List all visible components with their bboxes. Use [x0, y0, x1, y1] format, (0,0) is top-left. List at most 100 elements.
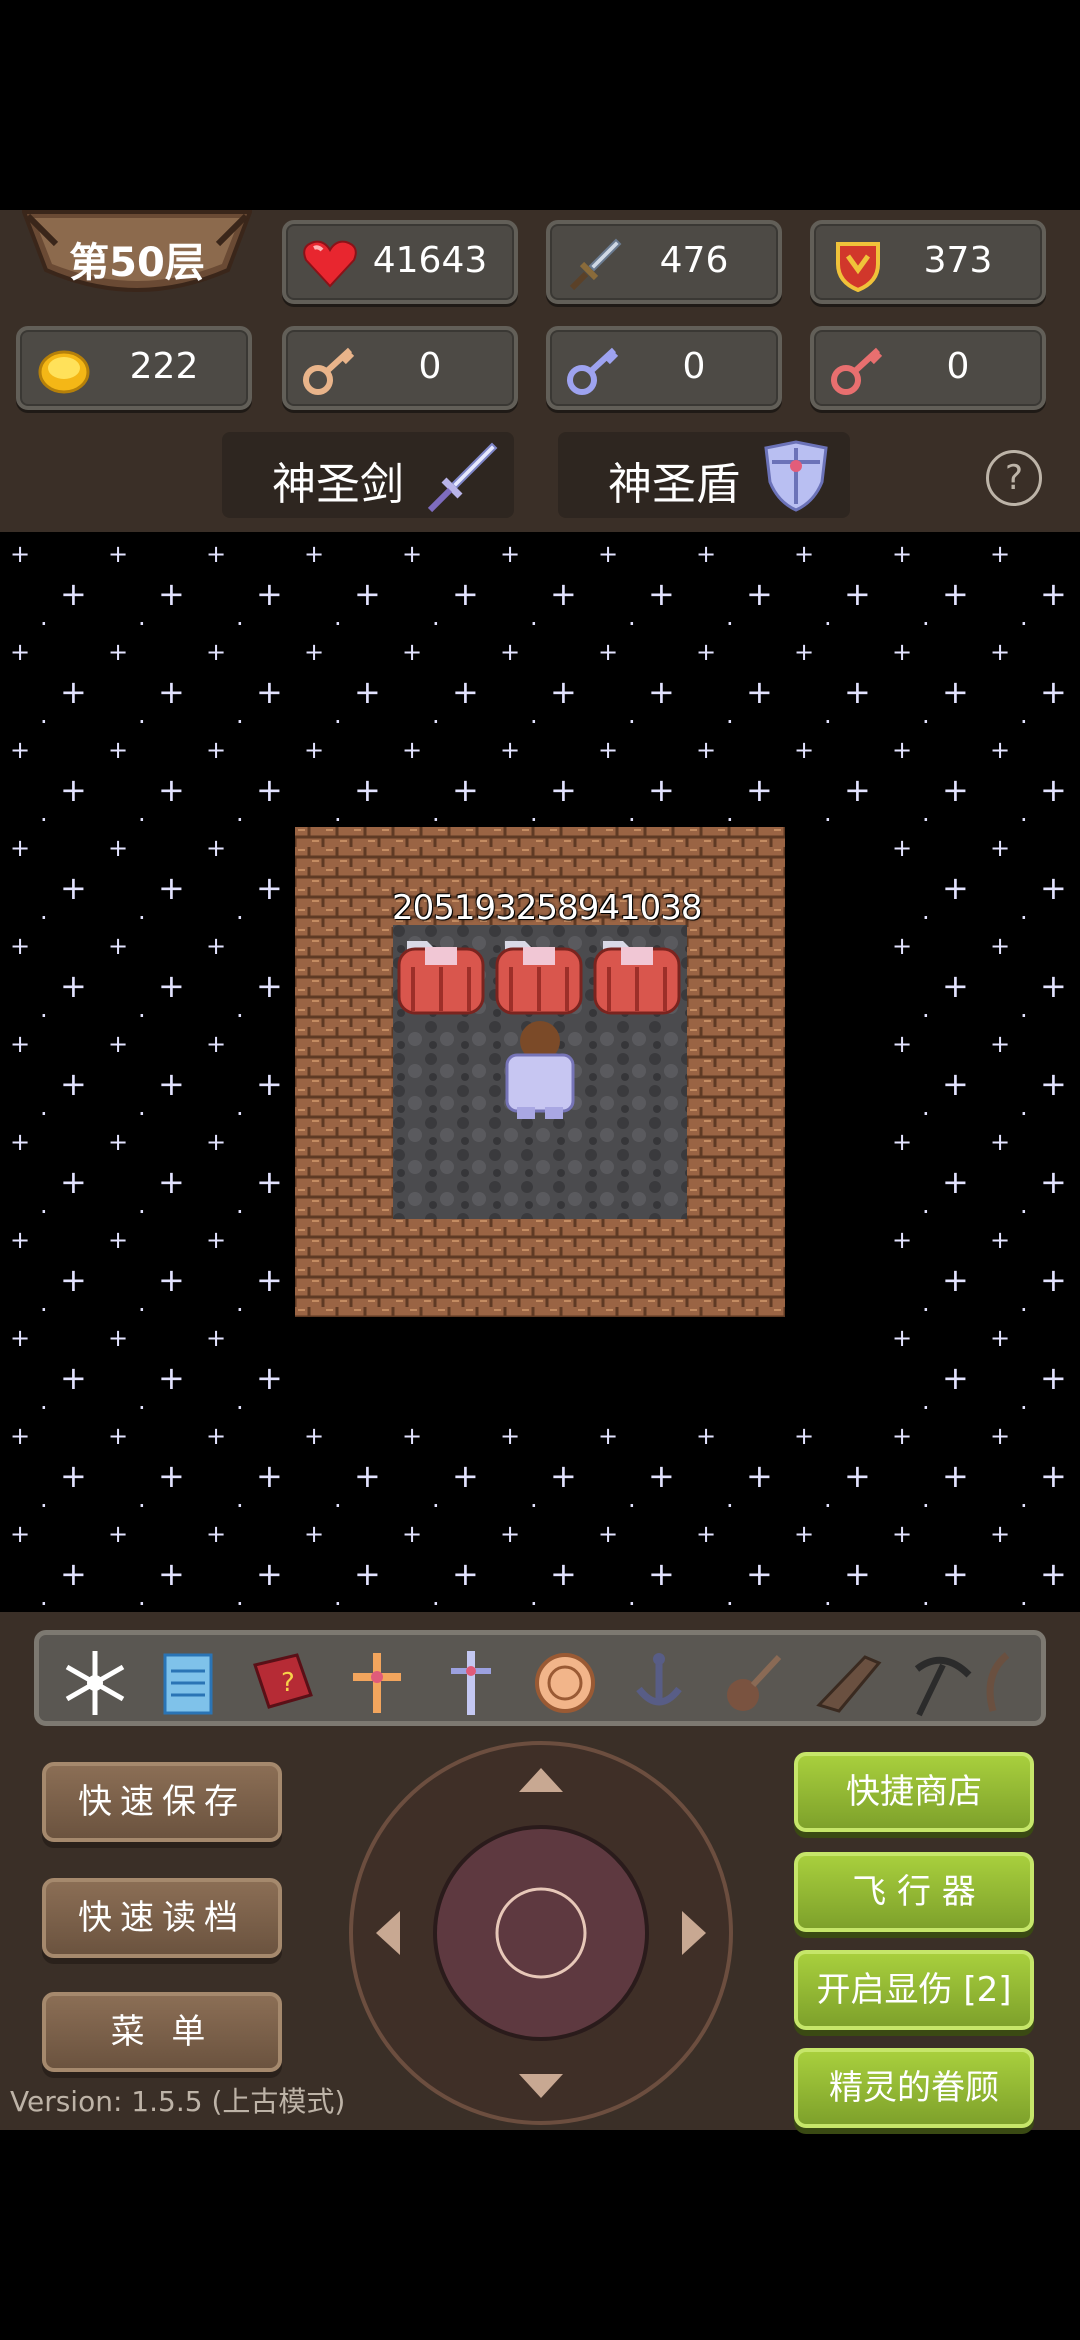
- quick-load-button[interactable]: 快速读档: [42, 1878, 282, 1958]
- star-icon: +: [942, 967, 969, 1005]
- star-icon: ·: [1020, 806, 1028, 834]
- star-icon: +: [108, 1226, 129, 1254]
- star-icon: +: [696, 1422, 717, 1450]
- star-icon: ·: [1020, 1100, 1028, 1128]
- game-map[interactable]: + + · + + · + + · + + · + + · + + · + + · + + · + + · + + · + + · + + · + + · +…: [0, 532, 1080, 1616]
- monster-book-icon[interactable]: ?: [245, 1645, 321, 1721]
- enemy-red-knight[interactable]: [495, 941, 583, 1015]
- star-icon: +: [990, 1422, 1011, 1450]
- star-icon: +: [256, 1457, 283, 1495]
- hp-value: 41643: [372, 240, 488, 281]
- fairy-favor-button[interactable]: 精灵的眷顾: [794, 2048, 1034, 2128]
- star-icon: ·: [334, 610, 342, 638]
- enemy-red-knight[interactable]: [397, 941, 485, 1015]
- equipped-shield[interactable]: 神圣盾: [558, 432, 850, 518]
- star-icon: +: [206, 1520, 227, 1548]
- show-damage-button[interactable]: 开启显伤 [2]: [794, 1950, 1034, 2030]
- star-icon: +: [256, 1555, 283, 1593]
- star-icon: +: [60, 1457, 87, 1495]
- star-icon: +: [158, 869, 185, 907]
- menu-button[interactable]: 菜 单: [42, 1992, 282, 2072]
- star-icon: +: [158, 1163, 185, 1201]
- star-icon: +: [206, 834, 227, 862]
- star-icon: ·: [334, 708, 342, 736]
- guitar-icon[interactable]: [715, 1645, 791, 1721]
- notepad-icon[interactable]: [151, 1645, 227, 1721]
- star-icon: ·: [922, 1492, 930, 1520]
- star-icon: +: [500, 1422, 521, 1450]
- star-icon: +: [990, 834, 1011, 862]
- star-icon: ·: [40, 1002, 48, 1030]
- star-icon: ·: [922, 708, 930, 736]
- star-icon: +: [892, 736, 913, 764]
- star-icon: +: [206, 1128, 227, 1156]
- star-icon: +: [10, 932, 31, 960]
- star-icon: +: [256, 869, 283, 907]
- star-icon: +: [60, 869, 87, 907]
- star-icon: +: [598, 1520, 619, 1548]
- defense-stat: 373: [810, 220, 1046, 304]
- star-icon: ·: [922, 1100, 930, 1128]
- star-icon: +: [942, 1555, 969, 1593]
- star-icon: +: [598, 736, 619, 764]
- star-icon: +: [10, 834, 31, 862]
- star-icon: +: [696, 1520, 717, 1548]
- holy-cross-icon[interactable]: [339, 1645, 415, 1721]
- star-icon: +: [598, 1422, 619, 1450]
- control-panel: ? 快速保存 快速读档 菜 单 快捷商店 飞 行 器 开启显伤 [2] 精灵的眷…: [0, 1612, 1080, 2130]
- star-icon: +: [1040, 1163, 1067, 1201]
- star-icon: +: [598, 540, 619, 568]
- star-icon: ·: [1020, 1492, 1028, 1520]
- star-icon: +: [10, 1520, 31, 1548]
- star-icon: +: [452, 575, 479, 613]
- wing-icon[interactable]: [809, 1645, 885, 1721]
- star-icon: +: [452, 673, 479, 711]
- coin-medal-icon[interactable]: [527, 1645, 603, 1721]
- extra-tool-icon[interactable]: [979, 1645, 1011, 1721]
- flyer-button[interactable]: 飞 行 器: [794, 1852, 1034, 1932]
- quick-shop-button[interactable]: 快捷商店: [794, 1752, 1034, 1832]
- direction-pad[interactable]: [348, 1740, 734, 2126]
- star-icon: ·: [1020, 904, 1028, 932]
- star-icon: ·: [236, 904, 244, 932]
- star-icon: ·: [922, 1394, 930, 1422]
- star-icon: +: [892, 932, 913, 960]
- star-icon: +: [990, 932, 1011, 960]
- attack-stat: 476: [546, 220, 782, 304]
- star-icon: +: [892, 1128, 913, 1156]
- star-icon: +: [10, 1422, 31, 1450]
- damage-label: 20519: [392, 888, 496, 928]
- star-icon: +: [402, 1422, 423, 1450]
- star-icon: +: [942, 1457, 969, 1495]
- star-icon: +: [108, 932, 129, 960]
- star-icon: +: [696, 540, 717, 568]
- star-icon: +: [696, 736, 717, 764]
- star-icon: ·: [40, 806, 48, 834]
- pickaxe-icon[interactable]: [903, 1645, 979, 1721]
- star-icon: +: [648, 575, 675, 613]
- anchor-icon[interactable]: [621, 1645, 697, 1721]
- star-icon: +: [158, 1065, 185, 1103]
- snowflake-icon[interactable]: [57, 1645, 133, 1721]
- star-icon: +: [794, 1520, 815, 1548]
- star-icon: ·: [236, 806, 244, 834]
- star-icon: +: [746, 1555, 773, 1593]
- help-button[interactable]: ?: [986, 450, 1042, 506]
- equipped-weapon[interactable]: 神圣剑: [222, 432, 514, 518]
- weapon-name: 神圣剑: [272, 459, 404, 510]
- dagger-cross-icon[interactable]: [433, 1645, 509, 1721]
- star-icon: ·: [922, 1296, 930, 1324]
- star-icon: +: [108, 540, 129, 568]
- svg-text:?: ?: [281, 1668, 295, 1698]
- star-icon: ·: [726, 708, 734, 736]
- star-icon: +: [794, 540, 815, 568]
- enemy-red-knight[interactable]: [593, 941, 681, 1015]
- star-icon: +: [500, 540, 521, 568]
- star-icon: ·: [824, 1492, 832, 1520]
- star-icon: +: [942, 1261, 969, 1299]
- quick-save-button[interactable]: 快速保存: [42, 1762, 282, 1842]
- star-icon: ·: [236, 1394, 244, 1422]
- star-icon: +: [550, 1555, 577, 1593]
- star-icon: +: [158, 575, 185, 613]
- star-icon: +: [60, 1261, 87, 1299]
